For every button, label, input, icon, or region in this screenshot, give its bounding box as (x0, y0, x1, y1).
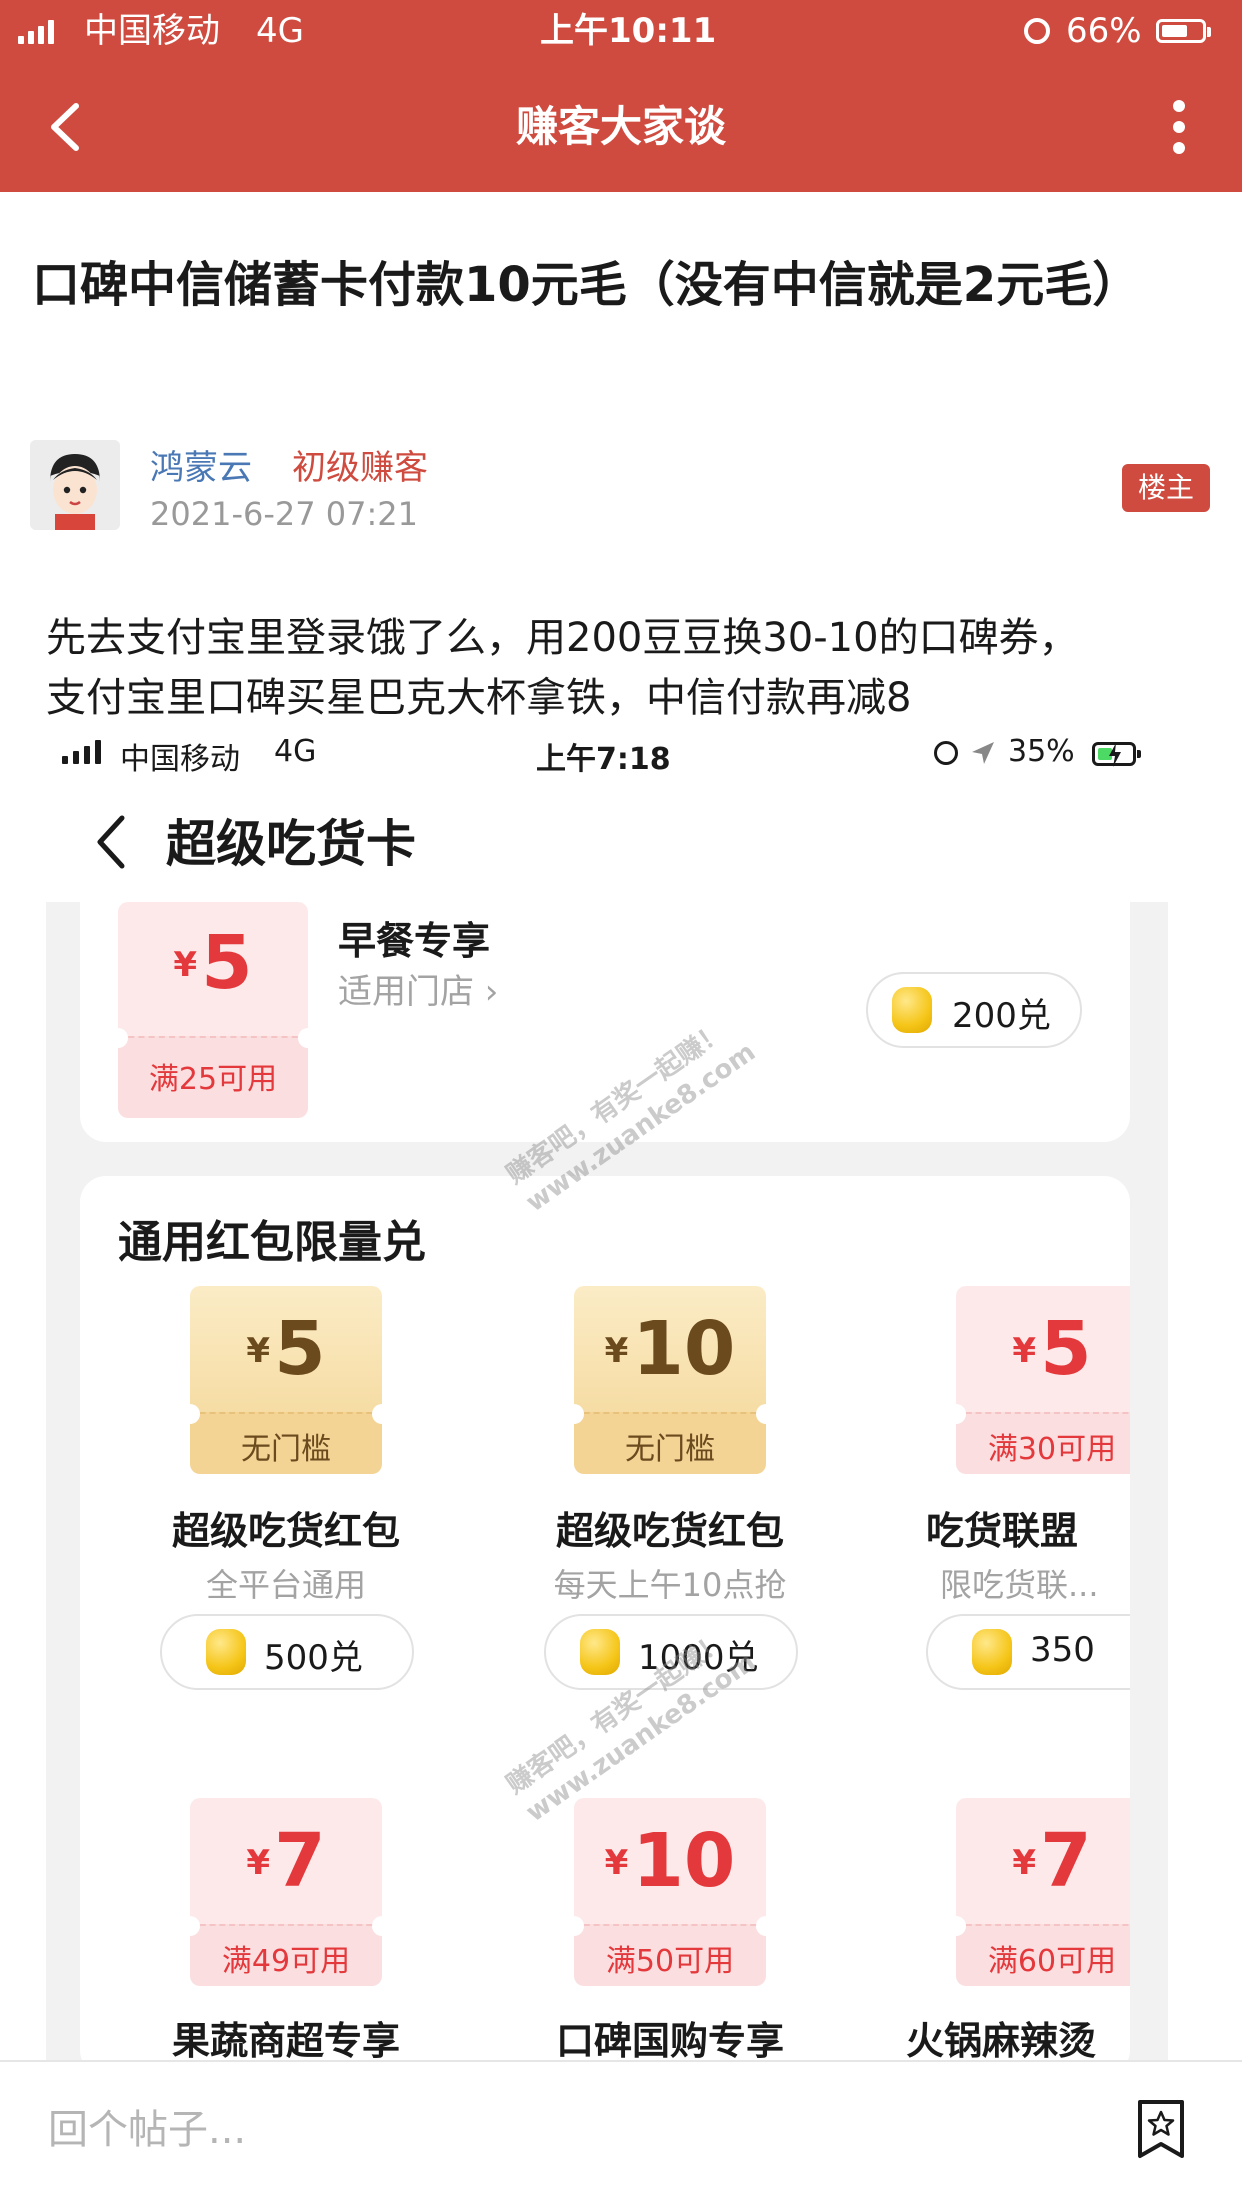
favorite-button[interactable] (1134, 2098, 1188, 2160)
battery-icon (1156, 19, 1211, 43)
network-label: 4G (256, 11, 304, 51)
voucher-ticket[interactable]: ¥5 满30可用 (956, 1286, 1130, 1474)
voucher-amount: 5 (274, 1306, 326, 1392)
voucher-ticket[interactable]: ¥10 无门槛 (574, 1286, 766, 1474)
star-bookmark-icon (1138, 2100, 1184, 2158)
embedded-screenshot: 中国移动 4G 上午7:18 35% 超级吃货卡 ¥5 满25可用 早餐专享 适… (0, 724, 1242, 2060)
voucher-name: 超级吃货红包 (171, 1509, 400, 1553)
redeem-price: 200兑 (952, 996, 1051, 1036)
voucher-name: 口碑国购专享 (555, 2019, 784, 2060)
author-name[interactable]: 鸿蒙云 (150, 440, 252, 489)
currency-symbol: ¥ (1012, 1331, 1037, 1371)
voucher-amount: 10 (632, 1818, 736, 1904)
voucher-condition: 满50可用 (605, 1944, 735, 1979)
currency-symbol: ¥ (246, 1843, 271, 1883)
coupon-ticket: ¥5 满25可用 (118, 902, 308, 1118)
owner-badge: 楼主 (1122, 464, 1210, 512)
clock: 上午10:11 (540, 11, 717, 51)
stores-link[interactable]: 适用门店 › (338, 964, 498, 1013)
voucher-sub: 全平台通用 (205, 1566, 366, 1604)
post-time: 2021-6-27 07:21 (150, 495, 418, 533)
post-body-line: 先去支付宝里登录饿了么，用200豆豆换30-10的口碑券， (46, 615, 1079, 661)
currency-symbol: ¥ (246, 1331, 271, 1371)
voucher-name: 吃货联盟 (926, 1509, 1079, 1553)
coin-icon (892, 987, 932, 1033)
voucher-amount: 5 (1040, 1306, 1092, 1392)
voucher-condition: 无门槛 (241, 1432, 331, 1467)
rotation-lock-icon (934, 741, 958, 765)
post-title: 口碑中信储蓄卡付款10元毛（没有中信就是2元毛） (32, 257, 1141, 313)
voucher-condition: 满60可用 (987, 1944, 1117, 1979)
redeem-price: 350 (1030, 1630, 1095, 1670)
voucher-sub: 限吃货联... (940, 1566, 1099, 1604)
inner-clock: 上午7:18 (536, 742, 671, 777)
reply-input[interactable] (48, 2100, 748, 2160)
section-title: 通用红包限量兑 (118, 1217, 426, 1268)
alarm-icon (1024, 18, 1050, 44)
voucher-ticket[interactable]: ¥10 满50可用 (574, 1798, 766, 1986)
post-body: 先去支付宝里登录饿了么，用200豆豆换30-10的口碑券， 支付宝里口碑买星巴克… (46, 608, 1216, 728)
coupon-condition: 满25可用 (148, 1062, 278, 1097)
chevron-left-icon (97, 815, 125, 869)
inner-network-label: 4G (274, 734, 317, 769)
redeem-button[interactable]: 200兑 (866, 972, 1082, 1048)
charging-battery-icon (1092, 742, 1141, 767)
coupon-amount: 5 (201, 920, 253, 1006)
redeem-button[interactable]: 500兑 (160, 1614, 414, 1690)
voucher-ticket[interactable]: ¥5 无门槛 (190, 1286, 382, 1474)
voucher-amount: 10 (632, 1306, 736, 1392)
author-level: 初级赚客 (292, 448, 428, 488)
voucher-name: 火锅麻辣烫 (906, 2019, 1097, 2060)
currency-symbol: ¥ (173, 945, 198, 985)
currency-symbol: ¥ (1012, 1843, 1037, 1883)
battery-percent: 66% (1066, 11, 1142, 51)
voucher-condition: 满30可用 (987, 1432, 1117, 1467)
avatar[interactable] (30, 440, 120, 530)
coin-icon (206, 1629, 246, 1675)
status-bar: 中国移动 4G 上午10:11 66% (0, 0, 1242, 62)
coin-icon (972, 1629, 1012, 1675)
inner-battery-percent: 35% (1008, 734, 1075, 769)
signal-icon (18, 20, 58, 44)
coin-icon (580, 1629, 620, 1675)
voucher-ticket[interactable]: ¥7 满60可用 (956, 1798, 1130, 1986)
carrier-label: 中国移动 (84, 11, 220, 51)
post-body-line: 支付宝里口碑买星巴克大杯拿铁，中信付款再减8 (46, 675, 912, 721)
inner-page-title: 超级吃货卡 (166, 815, 416, 873)
page-title: 赚客大家谈 (515, 102, 726, 151)
voucher-name: 超级吃货红包 (555, 1509, 784, 1553)
redeem-price: 500兑 (264, 1638, 363, 1678)
inner-carrier-label: 中国移动 (120, 742, 240, 777)
more-button[interactable] (1160, 96, 1200, 158)
voucher-condition: 无门槛 (625, 1432, 715, 1467)
currency-symbol: ¥ (604, 1331, 629, 1371)
location-arrow-icon (972, 742, 994, 764)
inner-signal-icon (62, 740, 106, 764)
voucher-amount: 7 (1040, 1818, 1092, 1904)
voucher-name: 果蔬商超专享 (171, 2019, 400, 2060)
coupon-name: 早餐专享 (338, 919, 491, 963)
voucher-amount: 7 (274, 1818, 326, 1904)
voucher-condition: 满49可用 (221, 1944, 351, 1979)
voucher-ticket[interactable]: ¥7 满49可用 (190, 1798, 382, 1986)
avatar-cartoon-icon (30, 440, 120, 530)
redeem-button[interactable]: 350 (926, 1614, 1130, 1690)
currency-symbol: ¥ (604, 1843, 629, 1883)
voucher-sub: 每天上午10点抢 (553, 1566, 787, 1604)
voucher-section-card: 通用红包限量兑 ¥5 无门槛 超级吃货红包 全平台通用 500兑 ¥10 无门槛… (80, 1176, 1130, 2060)
inner-back-button[interactable] (92, 812, 132, 872)
